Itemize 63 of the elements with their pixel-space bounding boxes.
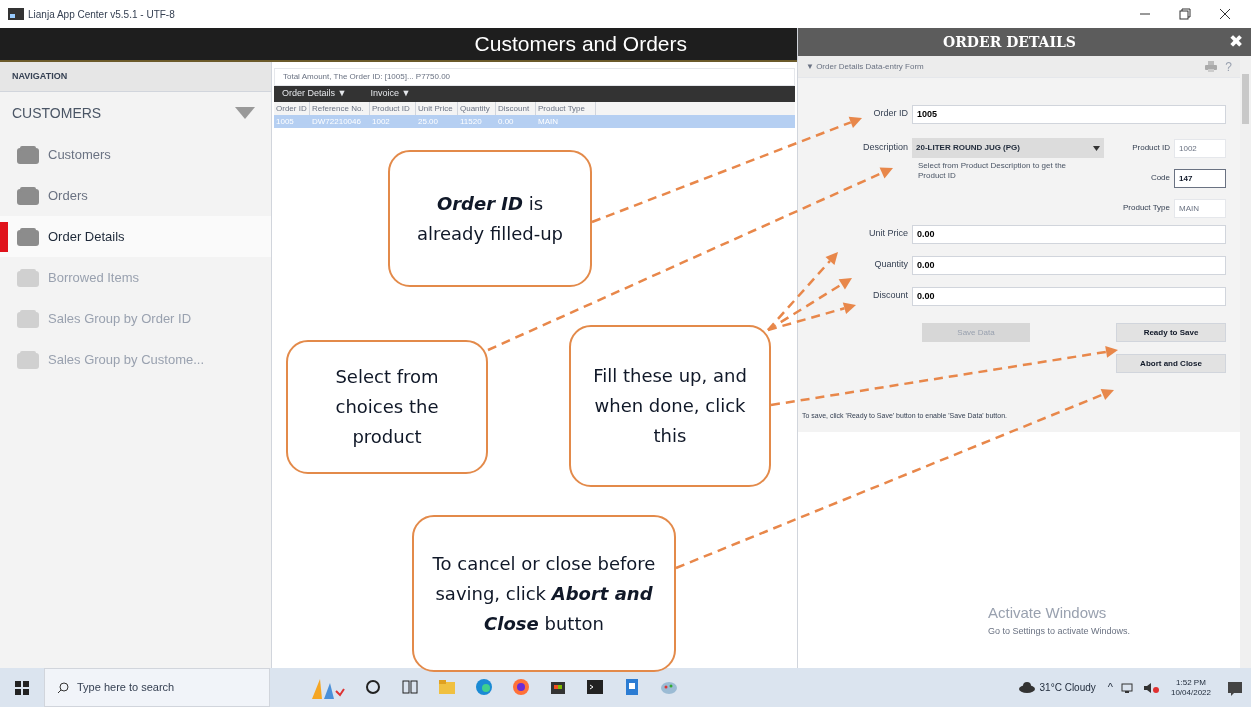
- dropdown-triangle-icon: [235, 107, 255, 119]
- callout: Select from choices the product: [286, 340, 488, 474]
- restore-icon[interactable]: [1179, 8, 1191, 20]
- callout: Fill these up, and when done, click this: [569, 325, 771, 487]
- folder-icon: [16, 144, 40, 165]
- sidebar-item[interactable]: Customers: [0, 134, 271, 175]
- hint-text: Select from Product Description to get the Product ID: [918, 161, 1068, 181]
- section-title: CUSTOMERS: [12, 103, 102, 123]
- weather-text[interactable]: 31°C Cloudy: [1039, 680, 1096, 695]
- clock-time[interactable]: 1:52 PM: [1176, 677, 1206, 688]
- callout: Order ID is already filled-up: [388, 150, 592, 287]
- speaker-icon[interactable]: [1142, 681, 1159, 694]
- sidebar-item[interactable]: Order Details: [0, 216, 271, 257]
- grid-tab[interactable]: Order Details ▼: [282, 87, 347, 101]
- field-label: Product ID: [1132, 142, 1171, 154]
- form-title: ▼ Order Details Data-entry Form: [806, 60, 925, 73]
- field-label: Product Type: [1123, 202, 1171, 214]
- app-icon: [8, 8, 24, 20]
- caret-icon: [1093, 145, 1100, 151]
- network-icon[interactable]: [1120, 681, 1135, 694]
- input-field[interactable]: MAIN: [1174, 198, 1226, 218]
- callout: To cancel or close before saving, click Abort and Close button: [412, 515, 676, 672]
- folder-icon: [16, 308, 40, 329]
- sidebar-heading: NAVIGATION: [12, 69, 68, 83]
- activation-text: Go to Settings to activate Windows.: [988, 624, 1131, 638]
- windows-icon[interactable]: [15, 680, 29, 695]
- app-title: Customers and Orders: [474, 31, 687, 58]
- sidebar-item[interactable]: Orders: [0, 175, 271, 216]
- field-label: Unit Price: [868, 227, 909, 241]
- action-button[interactable]: Abort and Close: [1116, 354, 1226, 373]
- field-label: Order ID: [872, 107, 909, 121]
- grid-tab[interactable]: Invoice ▼: [370, 87, 411, 101]
- clock-date[interactable]: 10/04/2022: [1170, 687, 1211, 698]
- folder-icon: [16, 349, 40, 370]
- folder-icon: [16, 185, 40, 206]
- summary-text: Total Amount, The Order ID: [1005]... P7750.00: [274, 68, 795, 86]
- field-label: Quantity: [873, 258, 909, 272]
- section-header[interactable]: CUSTOMERS: [0, 92, 271, 134]
- field-label: Code: [1150, 172, 1171, 184]
- search-icon: [57, 681, 69, 694]
- input-field[interactable]: 1005: [912, 104, 1226, 124]
- close-icon[interactable]: [1219, 8, 1231, 20]
- folder-icon: [16, 226, 40, 247]
- input-field[interactable]: 147: [1174, 168, 1226, 188]
- window-title: Lianja App Center v5.5.1 - UTF-8: [28, 7, 175, 22]
- action-button[interactable]: Ready to Save: [1116, 323, 1226, 342]
- input-field[interactable]: 0.00: [912, 286, 1226, 306]
- close-button[interactable]: ✖: [1221, 29, 1251, 55]
- panel-title: ORDER DETAILS: [942, 32, 1077, 52]
- notification-icon[interactable]: [1227, 679, 1243, 696]
- cloud-icon: [1017, 682, 1036, 693]
- selection-indicator: [0, 222, 8, 252]
- input-field[interactable]: 0.00: [912, 224, 1226, 244]
- activation-title: Activate Windows: [988, 603, 1107, 623]
- field-label: Description: [861, 141, 909, 155]
- scrollbar[interactable]: [1240, 56, 1251, 668]
- folder-icon: [16, 267, 40, 288]
- dropdown-field[interactable]: 20-LITER ROUND JUG (PG): [912, 138, 1104, 158]
- tray-caret[interactable]: ^: [1107, 679, 1113, 696]
- input-field[interactable]: 1002: [1174, 138, 1226, 158]
- field-label: Discount: [872, 289, 909, 303]
- search-field[interactable]: Type here to search: [44, 668, 270, 707]
- input-field[interactable]: 0.00: [912, 255, 1226, 275]
